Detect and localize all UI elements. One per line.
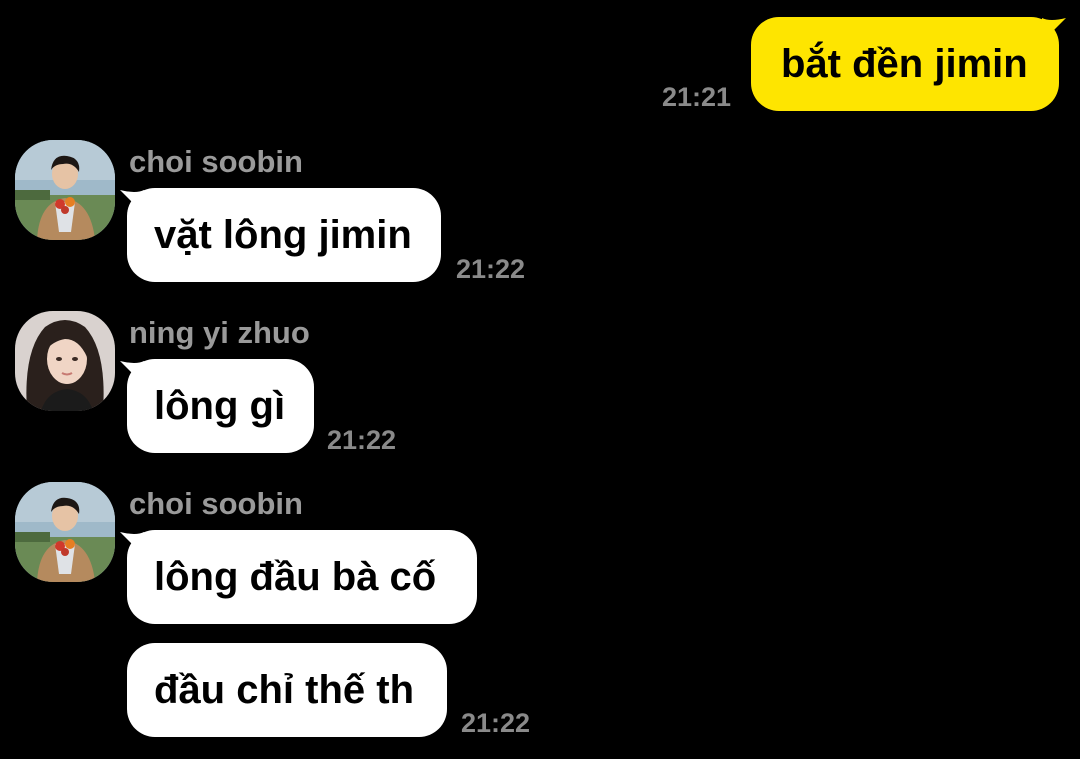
chat-bubble-incoming[interactable]: vặt lông jimin <box>127 188 441 282</box>
message-text: vặt lông jimin <box>154 213 412 257</box>
chat-bubble-incoming[interactable]: đầu chỉ thế th <box>127 643 447 737</box>
soobin-avatar-icon[interactable] <box>15 140 115 240</box>
bubble-tail-icon <box>120 361 144 385</box>
bubble-tail-icon <box>1042 18 1066 42</box>
message-timestamp: 21:22 <box>327 425 397 455</box>
soobin-avatar-icon[interactable] <box>15 482 115 582</box>
bubble-tail-icon <box>120 532 144 556</box>
sender-name: ning yi zhuo <box>129 315 310 350</box>
sender-name: choi soobin <box>129 486 303 521</box>
ningning-avatar-icon[interactable] <box>15 311 115 411</box>
message-text: đầu chỉ thế th <box>154 668 414 712</box>
message-text: lông gì <box>154 384 286 428</box>
chat-bubble-incoming[interactable]: lông gì <box>127 359 314 453</box>
message-timestamp: 21:21 <box>662 82 732 112</box>
message-timestamp: 21:22 <box>456 254 526 284</box>
chat-bubble-incoming[interactable]: lông đầu bà cố <box>127 530 477 624</box>
message-timestamp: 21:22 <box>461 708 531 738</box>
message-text: lông đầu bà cố <box>154 555 437 599</box>
chat-bubble-outgoing[interactable]: bắt đền jimin <box>751 17 1059 111</box>
sender-name: choi soobin <box>129 144 303 179</box>
message-text: bắt đền jimin <box>781 42 1028 86</box>
bubble-tail-icon <box>120 190 144 214</box>
